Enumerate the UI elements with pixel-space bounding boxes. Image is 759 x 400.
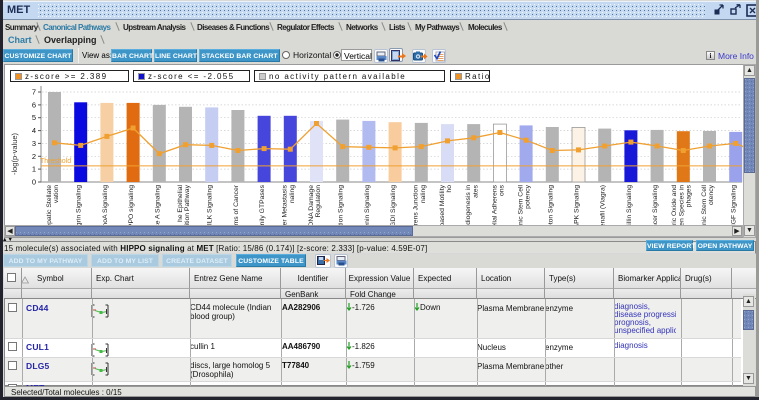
svg-text:1: 1 [32, 165, 36, 174]
svg-text:en Species in: en Species in [678, 185, 685, 226]
svg-text:ction Signaling: ction Signaling [338, 185, 345, 227]
svg-text:MAPK Signaling: MAPK Signaling [574, 185, 581, 227]
svg-text:tegrin Signaling: tegrin Signaling [76, 185, 83, 227]
svg-text:denafil (Viagra): denafil (Viagra) [600, 185, 607, 227]
svg-text:2: 2 [32, 152, 36, 161]
svg-text:7: 7 [32, 88, 36, 97]
svg-text:ncer Metastasis: ncer Metastasis [282, 184, 289, 227]
svg-text:axillin Signaling: axillin Signaling [626, 185, 633, 227]
svg-text:hoGDI Signaling: hoGDI Signaling [390, 185, 397, 227]
svg-text:he Epithelial: he Epithelial [177, 185, 184, 223]
svg-text:6: 6 [32, 100, 36, 109]
svg-text:ho: ho [446, 185, 453, 193]
svg-text:Threshold: Threshold [40, 158, 71, 165]
svg-text:rdiogenesis in: rdiogenesis in [465, 185, 472, 227]
svg-text:ancer Signaling: ancer Signaling [652, 185, 659, 227]
svg-text:3: 3 [32, 139, 36, 148]
svg-text:Regulation: Regulation [315, 185, 322, 218]
svg-text:-log(p-value): -log(p-value) [10, 132, 19, 175]
svg-text:4: 4 [32, 126, 36, 135]
svg-text:yonic Stem Cell: yonic Stem Cell [701, 185, 708, 227]
svg-text:erens Junction: erens Junction [413, 185, 420, 227]
svg-text:itric Oxide and: itric Oxide and [671, 185, 678, 227]
svg-text:otency: otency [708, 184, 715, 205]
svg-text:tenin Signaling: tenin Signaling [364, 185, 371, 227]
svg-text:potency: potency [525, 184, 532, 208]
svg-text:phages: phages [686, 184, 693, 207]
svg-text:naling: naling [420, 185, 427, 203]
svg-text:eleton Signaling: eleton Signaling [547, 185, 554, 227]
svg-text:0: 0 [32, 178, 36, 187]
svg-text:RhoA Signaling: RhoA Signaling [102, 185, 109, 227]
svg-text:HGF Signaling: HGF Signaling [731, 185, 738, 227]
svg-text:nisms of Cancer: nisms of Cancer [233, 184, 240, 227]
svg-text:ase A Signaling: ase A Signaling [154, 185, 161, 227]
svg-text:based Motility: based Motility [439, 184, 446, 226]
svg-text:f DNA Damage: f DNA Damage [308, 185, 315, 227]
svg-text:Hepatic Stellate: Hepatic Stellate [46, 185, 53, 227]
svg-text:vation: vation [53, 185, 60, 203]
svg-text:nsition Pathway: nsition Pathway [184, 184, 191, 227]
svg-text:naling: naling [289, 185, 296, 203]
svg-text:HIPPO signaling: HIPPO signaling [128, 185, 135, 227]
svg-text:yonic Stem Cell: yonic Stem Cell [518, 185, 525, 227]
svg-text:helial Adherens: helial Adherens [491, 184, 498, 227]
svg-text:ates: ates [472, 184, 479, 197]
svg-text:ILK Signaling: ILK Signaling [207, 185, 214, 225]
svg-text:5: 5 [32, 113, 36, 122]
svg-text:ons: ons [499, 184, 506, 196]
svg-text:Family GTPases: Family GTPases [259, 184, 266, 227]
